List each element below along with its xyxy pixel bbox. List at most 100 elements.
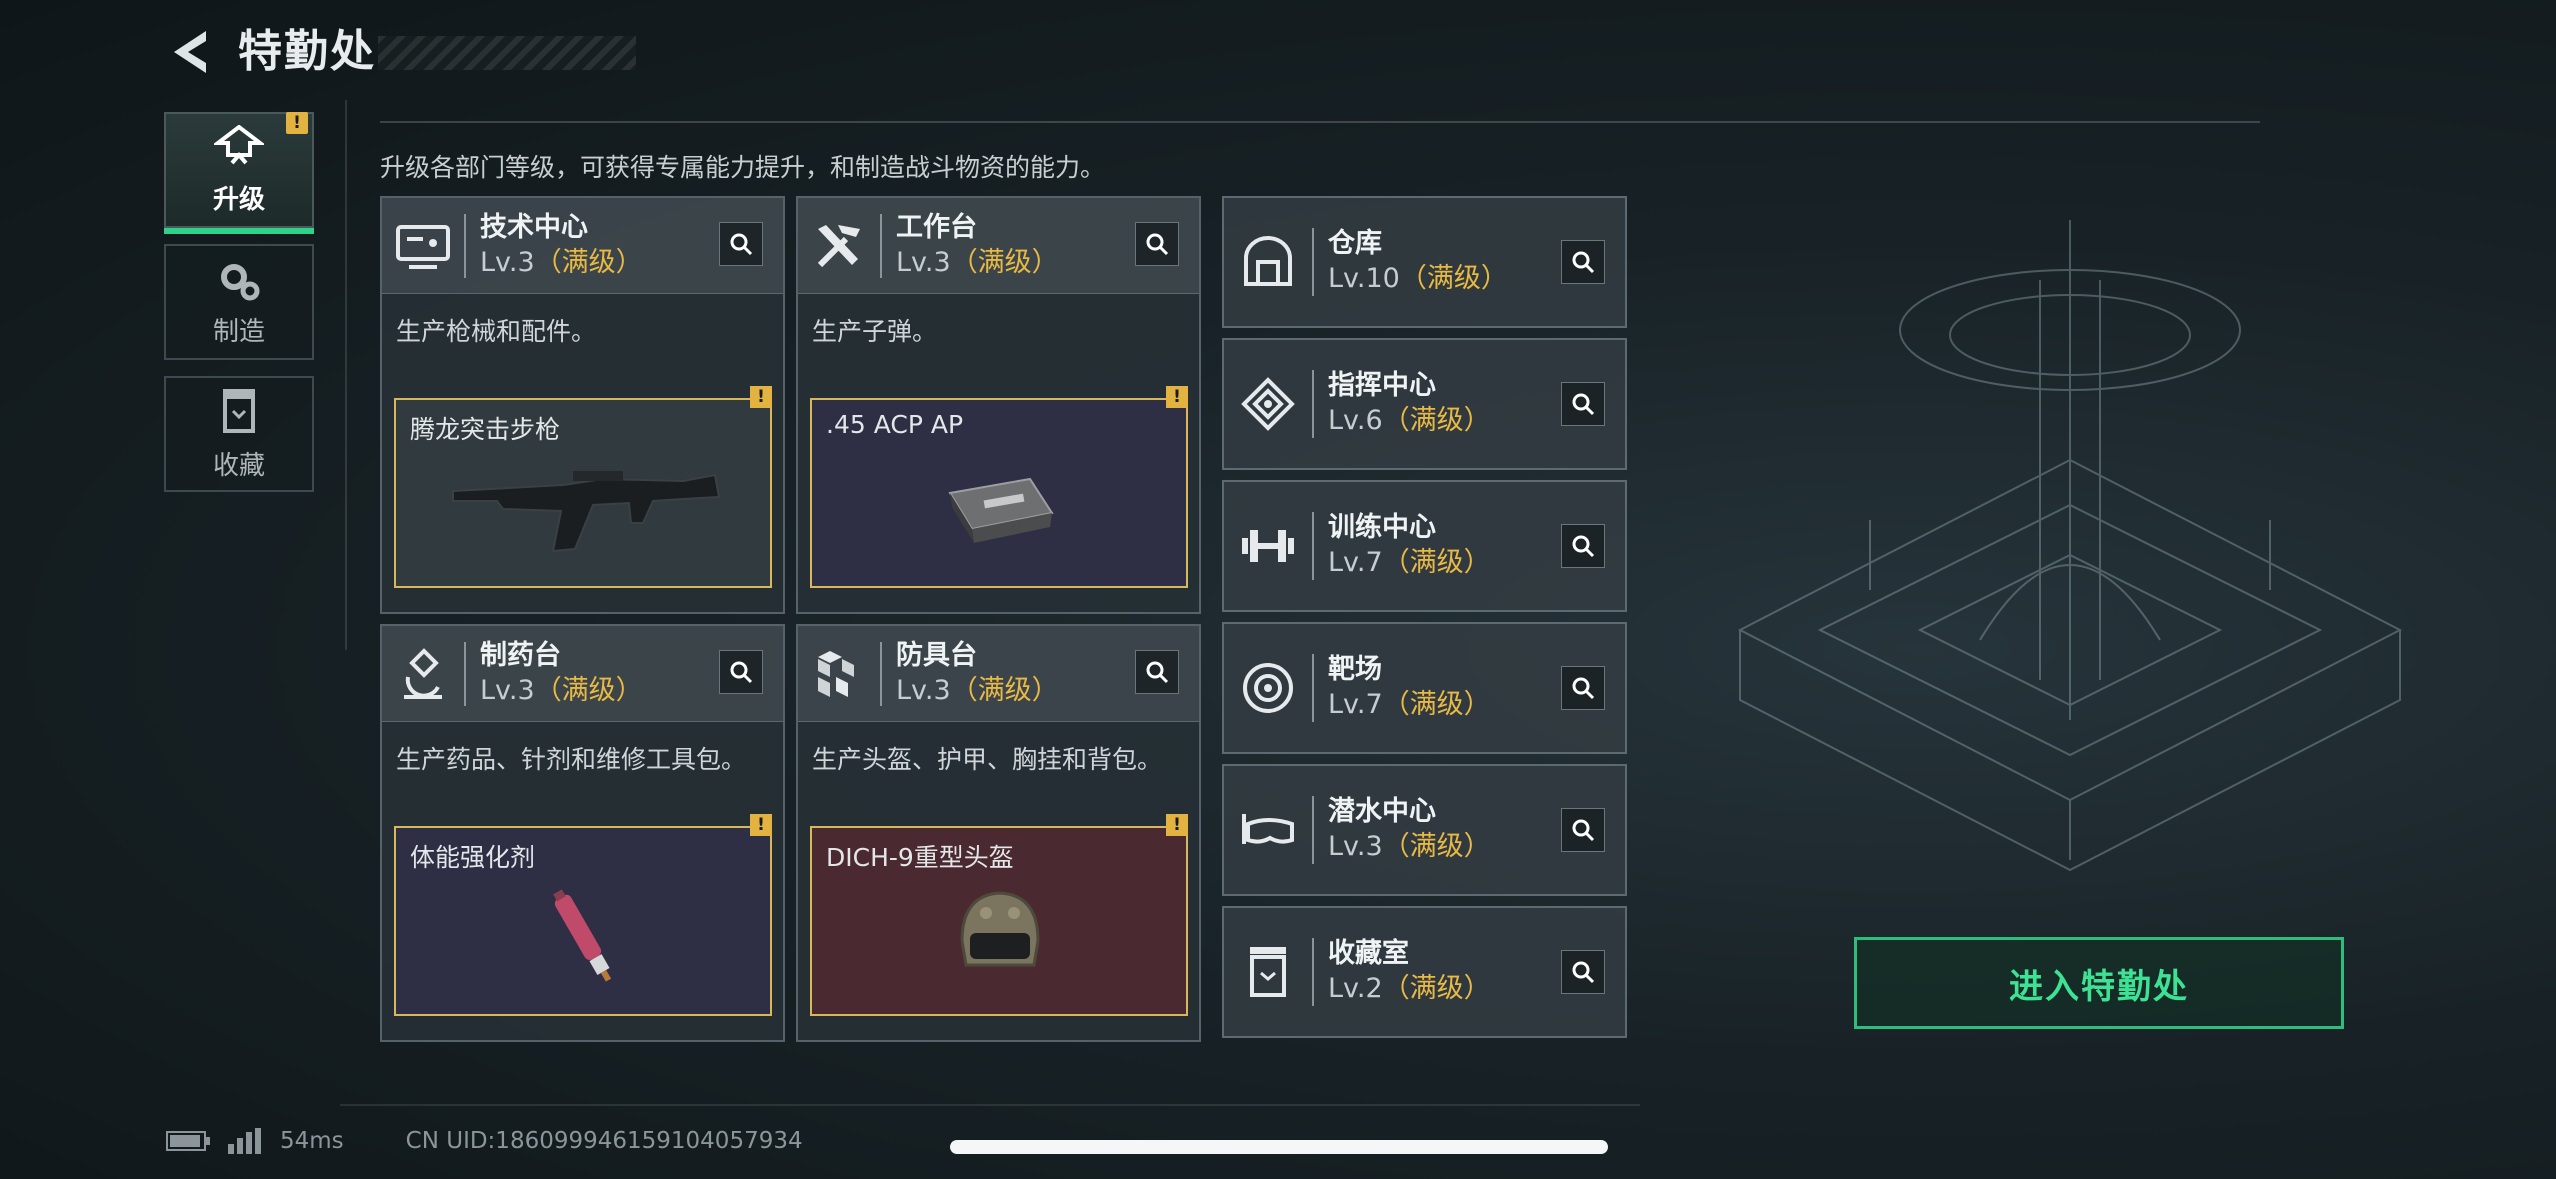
facility-row-command-center[interactable]: 指挥中心 Lv.6（满级） <box>1222 338 1627 470</box>
section-description: 升级各部门等级，可获得专属能力提升，和制造战斗物资的能力。 <box>380 153 1106 182</box>
back-button[interactable] <box>160 22 220 82</box>
facility-row-collection-room[interactable]: 收藏室 Lv.2（满级） <box>1222 906 1627 1038</box>
dumbbell-icon <box>1242 530 1294 562</box>
max-level-tag: （满级） <box>1382 973 1491 1004</box>
search-icon <box>1572 677 1595 700</box>
home-indicator[interactable] <box>950 1140 1608 1154</box>
facility-name: 潜水中心 <box>1328 796 1436 827</box>
facility-level: Lv.3 <box>480 246 535 278</box>
search-icon <box>1146 233 1169 256</box>
page-title: 特勤处 <box>238 26 376 77</box>
facility-level: Lv.10 <box>1328 263 1400 294</box>
divider <box>880 213 882 278</box>
max-level-tag: （满级） <box>1382 547 1491 578</box>
tab-collection[interactable]: 收藏 <box>164 376 314 492</box>
facility-level: Lv.3 <box>1328 831 1383 862</box>
product-alert-badge: ! <box>750 814 772 836</box>
facility-name: 靶场 <box>1328 654 1382 685</box>
facility-name: 训练中心 <box>1328 512 1436 543</box>
facility-card-pharmacy[interactable]: 制药台 Lv.3（满级） 生产药品、针剂和维修工具包。 ! 体能强化剂 <box>380 624 785 1042</box>
divider <box>380 121 2260 123</box>
divider <box>1312 370 1314 438</box>
product-alert-badge: ! <box>1166 814 1188 836</box>
search-icon <box>1572 393 1595 416</box>
facility-name: 制药台 <box>480 639 561 671</box>
divider <box>1312 228 1314 296</box>
divider <box>340 1104 1640 1106</box>
status-bar: 54ms CN UID:1860999461591040579​34 <box>166 1128 803 1154</box>
microscope-icon <box>404 647 442 699</box>
tab-upgrade[interactable]: ! 升级 <box>164 112 314 234</box>
facility-row-diving-center[interactable]: 潜水中心 Lv.3（满级） <box>1222 764 1627 896</box>
rifle-icon <box>452 471 721 553</box>
facility-name: 防具台 <box>896 639 977 671</box>
battery-icon <box>166 1131 210 1151</box>
inspect-button[interactable] <box>1561 382 1605 426</box>
max-level-tag: （满级） <box>950 674 1059 706</box>
collection-icon <box>223 388 255 433</box>
facility-name: 指挥中心 <box>1328 370 1436 401</box>
inspect-button[interactable] <box>719 650 763 694</box>
facility-level: Lv.3 <box>896 674 951 706</box>
helmet-icon <box>960 891 1040 967</box>
enter-special-ops-button[interactable]: 进入特勤处 <box>1854 937 2344 1029</box>
workbench-tools-icon <box>817 224 860 267</box>
facility-description: 生产头盔、护甲、胸挂和背包。 <box>812 745 1163 774</box>
facility-row-shooting-range[interactable]: 靶场 Lv.7（满级） <box>1222 622 1627 754</box>
inspect-button[interactable] <box>1561 240 1605 284</box>
craft-gear-icon <box>221 263 260 300</box>
facility-card-workbench[interactable]: 工作台 Lv.3（满级） 生产子弹。 ! .45 ACP AP <box>796 196 1201 614</box>
product-slot[interactable]: ! 腾龙突击步枪 <box>394 386 772 588</box>
product-slot[interactable]: ! 体能强化剂 <box>394 814 772 1016</box>
collection-room-icon <box>1250 947 1286 997</box>
facility-card-armor[interactable]: 防具台 Lv.3（满级） 生产头盔、护甲、胸挂和背包。 ! DICH-9重型头盔 <box>796 624 1201 1042</box>
user-uid: CN UID:1860999461591040579​34 <box>405 1128 803 1154</box>
divider <box>1312 796 1314 864</box>
facility-level: Lv.6 <box>1328 405 1383 436</box>
divider <box>464 641 466 706</box>
diving-mask-icon <box>1242 814 1294 844</box>
facility-level: Lv.7 <box>1328 689 1383 720</box>
search-icon <box>1572 535 1595 558</box>
divider <box>464 213 466 278</box>
facility-card-tech-center[interactable]: 技术中心 Lv.3（满级） 生产枪械和配件。 ! 腾龙突击步枪 <box>380 196 785 614</box>
inspect-button[interactable] <box>1135 650 1179 694</box>
search-icon <box>1572 819 1595 842</box>
max-level-tag: （满级） <box>1399 263 1508 294</box>
inspect-button[interactable] <box>719 222 763 266</box>
facility-description: 生产药品、针剂和维修工具包。 <box>396 745 747 774</box>
upgrade-icon <box>214 124 264 164</box>
command-center-icon <box>1241 377 1295 431</box>
max-level-tag: （满级） <box>1382 405 1491 436</box>
facility-row-training-center[interactable]: 训练中心 Lv.7（满级） <box>1222 480 1627 612</box>
inspect-button[interactable] <box>1561 808 1605 852</box>
inspect-button[interactable] <box>1561 950 1605 994</box>
search-icon <box>730 233 753 256</box>
product-slot[interactable]: ! .45 ACP AP <box>810 386 1188 588</box>
facility-name: 技术中心 <box>480 211 588 243</box>
search-icon <box>730 661 753 684</box>
inspect-button[interactable] <box>1561 666 1605 710</box>
divider <box>1312 512 1314 580</box>
facility-name: 仓库 <box>1328 228 1382 259</box>
tech-center-icon <box>396 224 450 269</box>
facility-description: 生产枪械和配件。 <box>396 317 597 346</box>
max-level-tag: （满级） <box>534 246 643 278</box>
tab-alert-badge: ! <box>286 112 308 134</box>
facility-description: 生产子弹。 <box>812 317 938 346</box>
inspect-button[interactable] <box>1135 222 1179 266</box>
tab-craft[interactable]: 制造 <box>164 244 314 360</box>
inspect-button[interactable] <box>1561 524 1605 568</box>
facility-name: 收藏室 <box>1328 938 1409 969</box>
max-level-tag: （满级） <box>1382 831 1491 862</box>
facility-level: Lv.3 <box>896 246 951 278</box>
search-icon <box>1572 251 1595 274</box>
product-slot[interactable]: ! DICH-9重型头盔 <box>810 814 1188 1016</box>
warehouse-icon <box>1244 236 1292 286</box>
search-icon <box>1146 661 1169 684</box>
tab-label: 收藏 <box>212 450 265 481</box>
facility-row-warehouse[interactable]: 仓库 Lv.10（满级） <box>1222 196 1627 328</box>
divider <box>345 100 347 650</box>
ping-value: 54ms <box>280 1128 344 1154</box>
max-level-tag: （满级） <box>950 246 1059 278</box>
